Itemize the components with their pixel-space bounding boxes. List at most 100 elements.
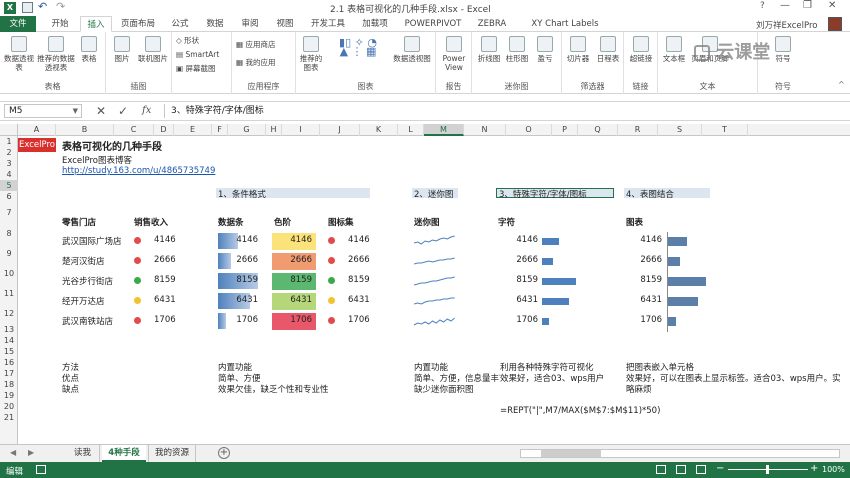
formula-input[interactable]: 3、特殊字符/字体/图标 <box>164 104 844 118</box>
shapes-button[interactable]: ◇ 形状 <box>176 36 199 45</box>
column-header-f[interactable]: F <box>212 124 228 136</box>
column-header-t[interactable]: T <box>702 124 748 136</box>
pivot-table-button[interactable]: 数据透视表 <box>2 36 36 72</box>
column-header-s[interactable]: S <box>658 124 702 136</box>
cancel-icon[interactable]: ✕ <box>96 104 106 118</box>
sheet-tab-methods[interactable]: 4种手段 <box>102 445 146 462</box>
column-header-q[interactable]: Q <box>578 124 618 136</box>
column-header-r[interactable]: R <box>618 124 658 136</box>
row-header-20[interactable]: 20 <box>0 401 18 412</box>
row-header-9[interactable]: 9 <box>0 244 18 264</box>
screenshot-button[interactable]: ▣ 屏幕截图 <box>176 64 215 73</box>
column-header-a[interactable]: A <box>18 124 56 136</box>
tab-view[interactable]: 视图 <box>270 16 300 32</box>
row-header-17[interactable]: 17 <box>0 368 18 379</box>
row-header-12[interactable]: 12 <box>0 304 18 324</box>
zoom-out-icon[interactable]: − <box>716 463 724 474</box>
help-button[interactable]: ? <box>760 1 765 11</box>
row-header-4[interactable]: 4 <box>0 169 18 180</box>
close-button[interactable]: ✕ <box>828 0 836 11</box>
undo-icon[interactable]: ↶ <box>38 0 47 13</box>
sparkline-column-button[interactable]: 柱形图 <box>504 36 530 63</box>
row-header-15[interactable]: 15 <box>0 346 18 357</box>
tab-home[interactable]: 开始 <box>42 16 78 32</box>
column-header-b[interactable]: B <box>56 124 114 136</box>
user-name[interactable]: 刘万祥ExcelPro <box>756 19 818 31</box>
tab-page-layout[interactable]: 页面布局 <box>116 16 160 32</box>
tab-data[interactable]: 数据 <box>200 16 230 32</box>
table-button[interactable]: 表格 <box>76 36 102 63</box>
name-box[interactable]: M5 ▼ <box>4 104 82 118</box>
app-store-button[interactable]: ▦ 应用商店 <box>236 40 275 49</box>
zoom-in-icon[interactable]: + <box>810 463 818 474</box>
tab-zebra[interactable]: ZEBRA <box>474 16 510 32</box>
slicer-button[interactable]: 切片器 <box>564 36 592 63</box>
normal-view-icon[interactable] <box>656 465 666 474</box>
row-header-11[interactable]: 11 <box>0 284 18 304</box>
textbox-button[interactable]: 文本框 <box>660 36 688 63</box>
add-sheet-icon[interactable]: + <box>218 447 230 459</box>
column-header-i[interactable]: I <box>282 124 320 136</box>
row-header-21[interactable]: 21 <box>0 412 18 423</box>
my-apps-button[interactable]: ▦ 我的应用 <box>236 58 275 67</box>
zoom-slider[interactable] <box>728 465 808 474</box>
recommended-charts-button[interactable]: 推荐的图表 <box>298 36 324 72</box>
zoom-level[interactable]: 100% <box>822 465 845 474</box>
column-header-l[interactable]: L <box>398 124 424 136</box>
recommended-pivot-button[interactable]: 推荐的数据透视表 <box>36 36 76 72</box>
avatar[interactable] <box>828 17 842 31</box>
online-picture-button[interactable]: 联机图片 <box>136 36 170 63</box>
sheet-tab-resources[interactable]: 我的资源 <box>148 445 196 462</box>
column-header-p[interactable]: P <box>552 124 578 136</box>
row-header-8[interactable]: 8 <box>0 224 18 244</box>
blog-link[interactable]: http://study.163.com/u/4865735749 <box>62 166 215 176</box>
macro-record-icon[interactable] <box>36 465 46 474</box>
page-break-view-icon[interactable] <box>696 465 706 474</box>
column-header-h[interactable]: H <box>266 124 282 136</box>
column-header-j[interactable]: J <box>320 124 360 136</box>
row-header-7[interactable]: 7 <box>0 202 18 224</box>
minimize-button[interactable]: — <box>780 0 790 11</box>
tab-formulas[interactable]: 公式 <box>164 16 196 32</box>
select-all-corner[interactable] <box>0 124 18 136</box>
row-header-18[interactable]: 18 <box>0 379 18 390</box>
pivot-chart-button[interactable]: 数据透视图 <box>392 36 432 63</box>
row-header-16[interactable]: 16 <box>0 357 18 368</box>
column-header-n[interactable]: N <box>464 124 506 136</box>
zoom-thumb[interactable] <box>766 465 769 474</box>
scroll-left-icon[interactable]: ◀ <box>10 448 16 457</box>
column-header-g[interactable]: G <box>228 124 266 136</box>
sheet-tab-readme[interactable]: 读我 <box>66 445 100 462</box>
tab-powerpivot[interactable]: POWERPIVOT <box>400 16 466 32</box>
sparkline-winloss-button[interactable]: 盈亏 <box>532 36 558 63</box>
horizontal-scrollbar[interactable] <box>520 449 840 458</box>
row-header-19[interactable]: 19 <box>0 390 18 401</box>
row-header-5[interactable]: 5 <box>0 180 18 191</box>
worksheet-grid[interactable]: ExcelPro 表格可视化的几种手段 ExcelPro图表博客 http://… <box>18 136 850 444</box>
column-header-c[interactable]: C <box>114 124 154 136</box>
row-header-2[interactable]: 2 <box>0 147 18 158</box>
row-header-1[interactable]: 1 <box>0 136 18 147</box>
chart-types-gallery[interactable]: ▮▯ ✧ ◔ ▲ ⋮ ▦ <box>328 37 388 57</box>
column-header-d[interactable]: D <box>154 124 174 136</box>
insert-function-icon[interactable]: fx <box>142 105 151 116</box>
collapse-ribbon-icon[interactable]: ^ <box>838 80 845 89</box>
redo-icon[interactable]: ↷ <box>56 0 65 13</box>
picture-button[interactable]: 图片 <box>110 36 134 63</box>
save-icon[interactable] <box>22 2 33 13</box>
column-header-e[interactable]: E <box>174 124 212 136</box>
row-header-6[interactable]: 6 <box>0 191 18 202</box>
column-header-k[interactable]: K <box>360 124 398 136</box>
row-header-3[interactable]: 3 <box>0 158 18 169</box>
tab-review[interactable]: 审阅 <box>234 16 266 32</box>
page-layout-view-icon[interactable] <box>676 465 686 474</box>
symbol-button[interactable]: 符号 <box>766 36 800 63</box>
scroll-right-icon[interactable]: ▶ <box>28 448 34 457</box>
row-header-13[interactable]: 13 <box>0 324 18 335</box>
column-header-o[interactable]: O <box>506 124 552 136</box>
column-header-m[interactable]: M <box>424 124 464 136</box>
tab-addins[interactable]: 加载项 <box>356 16 394 32</box>
row-header-14[interactable]: 14 <box>0 335 18 346</box>
tab-insert[interactable]: 插入 <box>80 16 112 32</box>
tab-file[interactable]: 文件 <box>0 16 36 32</box>
